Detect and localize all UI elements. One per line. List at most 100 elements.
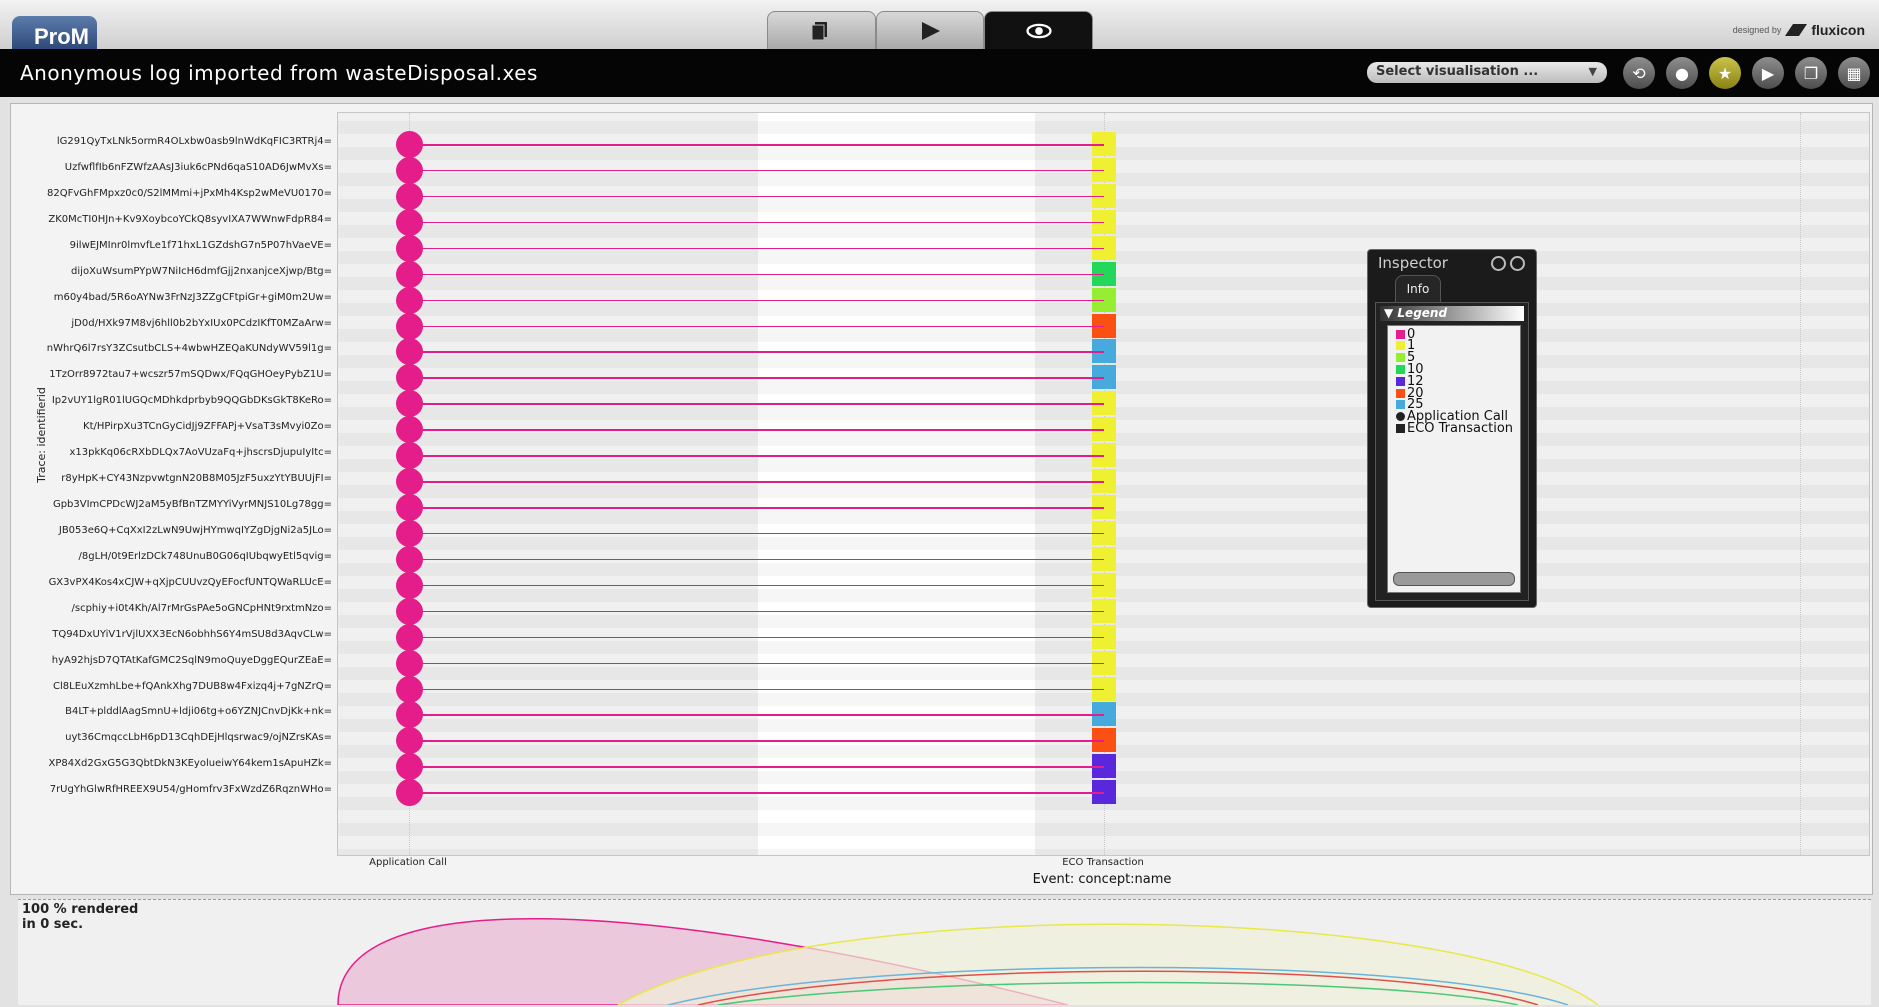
mode-tabs (767, 11, 1094, 49)
eco-transaction-square[interactable] (1092, 209, 1116, 234)
eco-transaction-square[interactable] (1092, 417, 1116, 442)
trace-label: TQ94DxUYiV1rVjlUXX3EcN6obhhS6Y4mSU8d3Aqv… (52, 628, 332, 640)
x-axis-label: Event: concept:name (1032, 872, 1172, 887)
trace-line-end (1092, 662, 1104, 665)
eco-transaction-square[interactable] (1092, 624, 1116, 649)
eco-transaction-square[interactable] (1092, 365, 1116, 390)
trace-line (409, 714, 1104, 716)
trace-line (409, 351, 1104, 353)
square-swatch-icon (1396, 400, 1405, 410)
application-call-dot[interactable] (396, 494, 423, 522)
trace-line-end (1092, 273, 1104, 276)
eco-transaction-square[interactable] (1092, 754, 1116, 779)
trace-label: Cl8LEuXzmhLbe+fQAnkXhg7DUB8w4Fxizq4j+7gN… (53, 680, 332, 692)
trace-label: hyA92hjsD7QTAtKafGMC2SqlN9moQuyeDggEQurZ… (51, 654, 332, 666)
eco-transaction-square[interactable] (1092, 520, 1116, 545)
eco-transaction-square[interactable] (1092, 157, 1116, 182)
favorite-button[interactable]: ★ (1709, 57, 1741, 89)
trace-line-end (1092, 481, 1104, 483)
trace-line-end (1092, 195, 1104, 198)
eco-transaction-square[interactable] (1092, 132, 1116, 156)
trace-line (409, 662, 1104, 665)
application-call-dot[interactable] (396, 623, 423, 651)
eco-transaction-square[interactable] (1092, 443, 1116, 468)
eco-transaction-square[interactable] (1092, 235, 1116, 260)
application-call-dot[interactable] (396, 545, 423, 573)
application-call-dot[interactable] (396, 286, 423, 314)
settings-icon[interactable] (1510, 256, 1525, 271)
eco-transaction-square[interactable] (1092, 728, 1116, 753)
dotted-chart-plot[interactable] (337, 112, 1870, 856)
log-title: Anonymous log imported from wasteDisposa… (20, 61, 538, 85)
trace-line-end (1092, 792, 1104, 794)
trace-line-end (1092, 740, 1104, 742)
inspector-panel[interactable]: Inspector Info ▼ Legend 0 1 5 10 12 20 25 Appli… (1367, 249, 1537, 608)
trace-line-end (1092, 558, 1104, 561)
render-status-time: in 0 sec. (22, 917, 84, 932)
play-button[interactable]: ▶ (1752, 57, 1784, 89)
eco-transaction-square[interactable] (1092, 391, 1116, 416)
application-call-dot[interactable] (396, 208, 423, 236)
application-call-dot[interactable] (396, 442, 423, 470)
visualisation-select[interactable]: Select visualisation ... ▼ (1367, 62, 1607, 83)
trace-label: nWhrQ6l7rsY3ZCsutbCLS+4wbwHZEQaKUNdyWV59… (46, 343, 332, 355)
application-call-dot[interactable] (396, 519, 423, 547)
trace-label: UzfwflfIb6nFZWfzAAsJ3iuk6cPNd6qaS10AD6Jw… (64, 161, 332, 173)
trace-label: r8yHpK+CY43NzpvwtgnN20B8M05JzF5uxzYtYBUU… (61, 473, 332, 485)
trace-label: JB053e6Q+CqXxI2zLwN9UwjHYmwqIYZgDjgNi2a5… (58, 524, 332, 536)
application-call-dot[interactable] (396, 675, 423, 703)
refresh-button[interactable]: ⟲ (1623, 57, 1655, 89)
overview-curves (337, 918, 1599, 1005)
trace-line (409, 377, 1104, 379)
eco-transaction-square[interactable] (1092, 702, 1116, 727)
eco-transaction-square[interactable] (1092, 676, 1116, 701)
trace-line-end (1092, 455, 1104, 457)
eco-transaction-square[interactable] (1092, 495, 1116, 520)
application-call-dot[interactable] (396, 649, 423, 677)
legend-item: ECO Transaction (1396, 422, 1513, 435)
eco-transaction-square[interactable] (1092, 339, 1116, 364)
detach-icon[interactable] (1491, 256, 1506, 271)
eco-transaction-square[interactable] (1092, 183, 1116, 208)
eco-transaction-square[interactable] (1092, 469, 1116, 494)
tab-info[interactable]: Info (1395, 275, 1441, 303)
trace-label: GX3vPX4Kos4xCJW+qXjpCUUvzQyEFocfUNTQWaRL… (48, 576, 332, 588)
eco-transaction-square[interactable] (1092, 572, 1116, 597)
application-call-dot[interactable] (396, 468, 423, 496)
trace-line (409, 610, 1104, 613)
trace-line-end (1092, 351, 1104, 353)
trace-line (409, 429, 1104, 431)
y-axis-label: Trace: identifierid (35, 387, 48, 483)
play-icon (922, 21, 940, 40)
eco-transaction-square[interactable] (1092, 546, 1116, 571)
legend-scrollbar[interactable] (1393, 572, 1515, 586)
trace-line (409, 532, 1104, 535)
eco-transaction-square[interactable] (1092, 313, 1116, 338)
application-call-dot[interactable] (396, 234, 423, 262)
trace-label: 1TzOrr8972tau7+wcszr57mSQDwx/FQqGHOeyPyb… (49, 369, 332, 381)
trace-line (409, 195, 1104, 198)
workspace-tab[interactable] (767, 11, 876, 49)
application-call-dot[interactable] (396, 312, 423, 340)
application-call-dot[interactable] (396, 597, 423, 625)
actions-tab[interactable] (875, 11, 985, 49)
legend-list: 0 1 5 10 12 20 25 Application Call ECO Transacti… (1387, 325, 1521, 593)
eco-transaction-square[interactable] (1092, 598, 1116, 623)
square-swatch-icon (1396, 341, 1405, 351)
application-call-dot[interactable] (396, 260, 423, 288)
application-call-dot[interactable] (396, 156, 423, 184)
eco-transaction-square[interactable] (1092, 650, 1116, 675)
trace-label: Ip2vUY1lgR01lUGQcMDhkdprbyb9QQGbDKsGkT8K… (51, 395, 332, 407)
view-tab[interactable] (984, 11, 1094, 49)
drop-button[interactable]: ● (1666, 57, 1698, 89)
drop-icon: ● (1675, 63, 1689, 83)
grid-button[interactable]: ▦ (1838, 57, 1870, 89)
eco-transaction-square[interactable] (1092, 287, 1116, 312)
legend-header[interactable]: ▼ Legend (1380, 306, 1524, 321)
application-call-dot[interactable] (396, 182, 423, 210)
application-call-dot[interactable] (396, 571, 423, 599)
eco-transaction-square[interactable] (1092, 261, 1116, 286)
copy-button[interactable]: ❐ (1795, 57, 1827, 89)
application-call-dot[interactable] (396, 131, 423, 158)
eco-transaction-square[interactable] (1092, 780, 1116, 805)
